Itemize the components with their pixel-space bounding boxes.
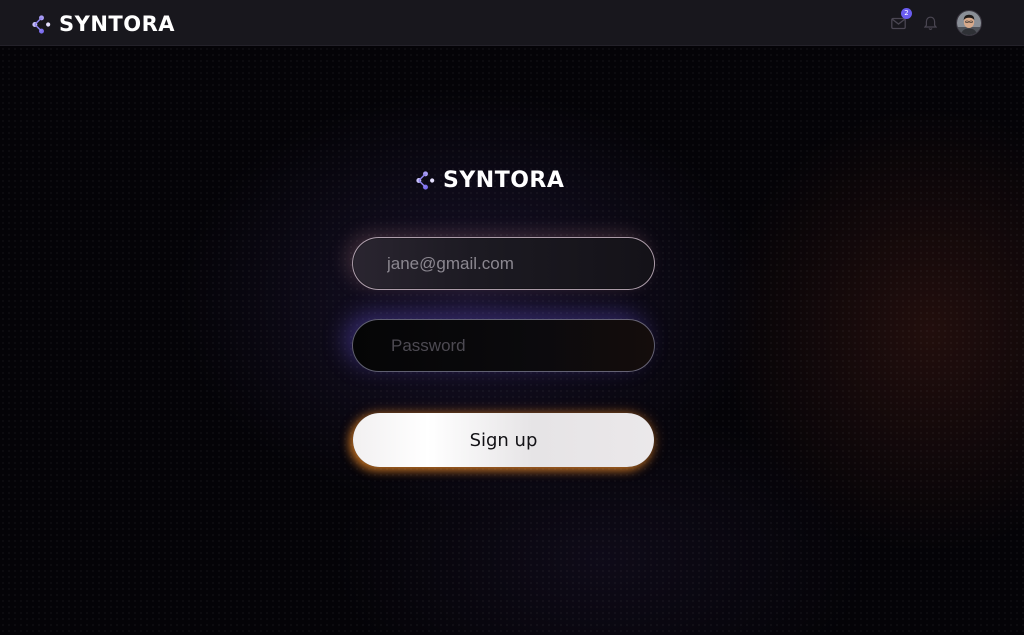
login-page: SYNTORA 2 SYNTORA jane@gmail.com Sign up (0, 0, 1024, 635)
password-field-wrapper (352, 319, 655, 372)
mail-badge: 2 (901, 8, 912, 19)
mail-button[interactable]: 2 (889, 8, 912, 32)
brand-name: SYNTORA (59, 12, 176, 36)
email-field-wrapper (352, 237, 655, 290)
user-avatar[interactable] (956, 10, 982, 36)
password-field[interactable] (353, 320, 654, 371)
header-actions: 2 (889, 0, 982, 46)
brand-name: SYNTORA (443, 168, 565, 193)
syntora-logo-icon (32, 14, 51, 34)
user-avatar-image (957, 11, 981, 35)
bell-icon (923, 16, 937, 30)
top-bar: SYNTORA 2 (0, 0, 1024, 46)
header-brand[interactable]: SYNTORA (32, 12, 175, 36)
syntora-logo-icon (416, 171, 435, 190)
notifications-button[interactable] (921, 14, 939, 32)
email-field[interactable] (353, 238, 654, 289)
sign-up-button[interactable]: Sign up (353, 413, 654, 467)
form-brand: SYNTORA (416, 168, 564, 193)
